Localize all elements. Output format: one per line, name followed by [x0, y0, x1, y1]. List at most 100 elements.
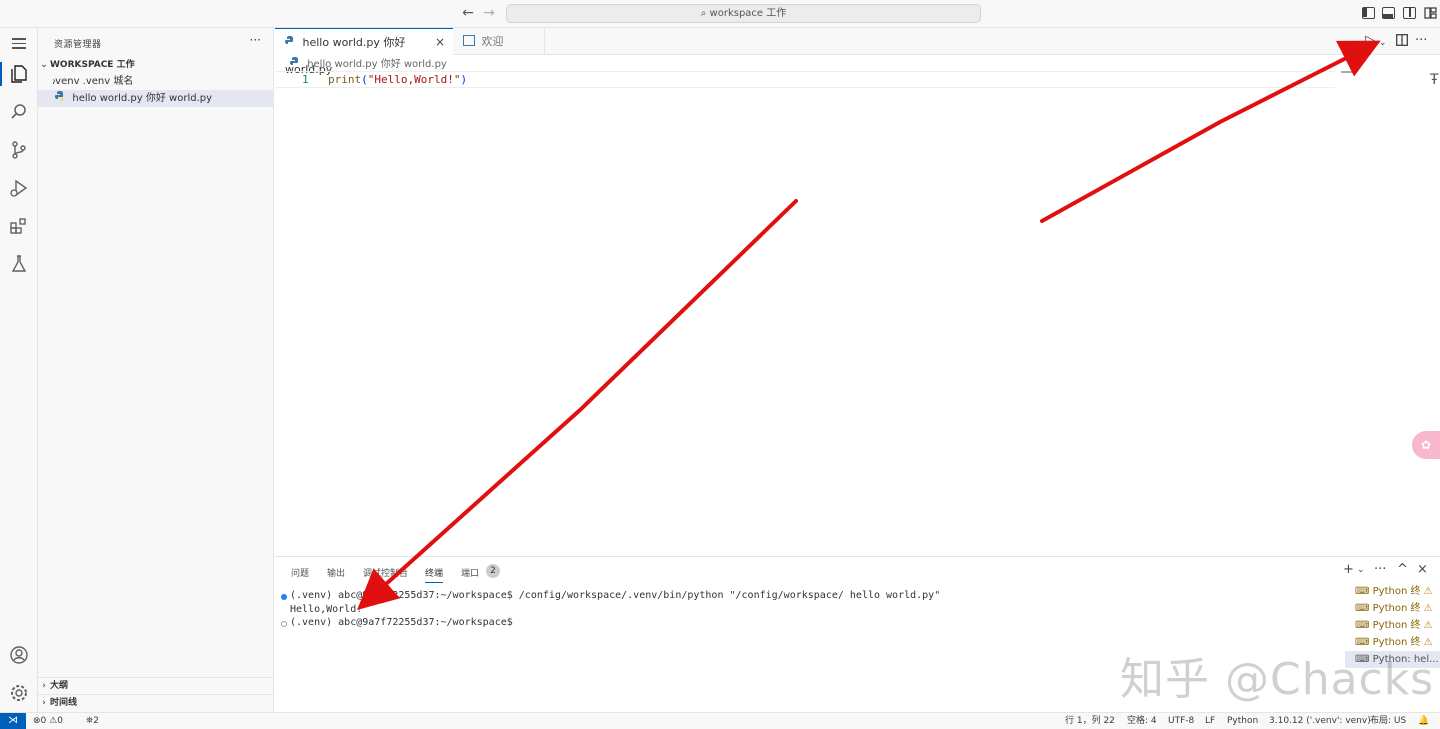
terminal-line[interactable]: (.venv) abc@9a7f72255d37:~/workspace$ /c…	[290, 590, 940, 601]
indentation-status[interactable]: 空格: 4	[1127, 713, 1157, 729]
more-actions-icon[interactable]: ···	[1415, 34, 1427, 48]
encoding-status[interactable]: UTF-8	[1168, 713, 1194, 729]
language-mode[interactable]: Python	[1227, 713, 1258, 729]
editor-tabs-bar: hello world.py 你好 world.py × 欢迎 ▷ ⌄ ···	[275, 28, 1440, 76]
eol-status[interactable]: LF	[1205, 713, 1215, 729]
chevron-right-icon: ›	[52, 76, 56, 87]
status-bar: ⋊ ⊗0 ⚠0 ⛯2 行 1，列 22 空格: 4 UTF-8 LF Pytho…	[0, 712, 1440, 729]
run-python-file-icon[interactable]: ▷	[1365, 34, 1375, 48]
toggle-secondary-sidebar-icon[interactable]	[1403, 7, 1416, 19]
keyboard-layout[interactable]: 布局: US	[1370, 713, 1406, 729]
warning-icon: ⚠	[1423, 603, 1433, 614]
tab-label: 欢迎	[481, 35, 504, 48]
toggle-panel-icon[interactable]	[1382, 7, 1395, 19]
maximize-panel-icon[interactable]: ^	[1397, 562, 1408, 577]
code-string: "Hello,World!"	[367, 73, 461, 86]
floating-assistant-icon[interactable]: ✿	[1412, 431, 1440, 459]
welcome-icon	[463, 35, 475, 46]
warning-icon: ⚠	[1423, 620, 1433, 631]
command-center-search[interactable]: ⌕ workspace 工作	[506, 4, 981, 23]
terminal-list-item[interactable]: ⌨ Python 终 ⚠	[1345, 583, 1440, 600]
command-success-dot	[281, 594, 287, 600]
tab-hello-world[interactable]: hello world.py 你好 world.py ×	[275, 28, 453, 76]
extensions-icon[interactable]	[9, 216, 29, 236]
more-actions-icon[interactable]: ···	[250, 33, 261, 47]
code-paren-close: )	[460, 73, 468, 86]
tree-item-label: .venv .venv 城名	[52, 76, 134, 87]
settings-gear-icon[interactable]	[9, 683, 29, 703]
title-bar: ← → ⌕ workspace 工作	[0, 0, 1440, 28]
minimap[interactable]	[1341, 71, 1357, 73]
terminal-icon: ⌨	[1355, 603, 1373, 614]
error-icon: ⊗	[33, 716, 41, 726]
search-icon[interactable]	[9, 102, 29, 122]
terminal-output-line[interactable]: Hello,World!	[290, 604, 362, 615]
run-debug-icon[interactable]	[9, 178, 29, 198]
error-count: 0	[40, 716, 47, 726]
tab-ports[interactable]: 端口	[461, 566, 479, 579]
terminal-list-item[interactable]: ⌨ Python 终 ⚠	[1345, 617, 1440, 634]
ports-status[interactable]: ⛯2	[86, 713, 99, 729]
testing-icon[interactable]	[9, 254, 29, 274]
problems-status[interactable]: ⊗0 ⚠0	[33, 713, 63, 729]
arrow-left-icon[interactable]: ←	[460, 5, 476, 21]
source-control-icon[interactable]	[9, 140, 29, 160]
split-editor-icon[interactable]	[1396, 34, 1408, 50]
terminal-prompt-line[interactable]: (.venv) abc@9a7f72255d37:~/workspace$	[290, 617, 513, 628]
command-idle-dot	[281, 621, 287, 627]
warning-icon: ⚠	[1423, 586, 1433, 597]
code-line[interactable]: 1 print("Hello,World!")	[275, 71, 1335, 88]
python-file-icon	[285, 29, 295, 44]
activity-bar	[0, 28, 38, 712]
more-actions-icon[interactable]: ···	[1374, 562, 1386, 577]
add-terminal-icon[interactable]: +	[1343, 562, 1354, 577]
chevron-down-icon[interactable]: ⌄	[1379, 36, 1387, 50]
terminal-list-item[interactable]: ⌨ Python 终 ⚠	[1345, 600, 1440, 617]
terminal-icon: ⌨	[1355, 586, 1373, 597]
workspace-section-header[interactable]: ⌄ WORKSPACE 工作	[38, 57, 274, 73]
explorer-icon[interactable]	[9, 64, 29, 84]
line-number: 1	[302, 73, 309, 86]
python-file-icon	[290, 57, 300, 67]
customize-layout-icon[interactable]	[1424, 7, 1437, 19]
cursor-position[interactable]: 行 1，列 22	[1065, 713, 1115, 729]
tab-welcome[interactable]: 欢迎	[453, 28, 545, 55]
breadcrumb-label: hello world.py 你好 world.py	[307, 59, 447, 70]
remote-indicator-icon[interactable]: ⋊	[0, 713, 26, 729]
chevron-down-icon: ⌄	[40, 60, 48, 70]
chevron-down-icon[interactable]: ⌄	[1357, 565, 1365, 575]
workspace-label: WORKSPACE 工作	[50, 60, 135, 70]
tree-item-venv-folder[interactable]: ›.venv .venv 城名	[38, 73, 274, 90]
terminal-item-label: Python 终	[1372, 586, 1421, 597]
tab-problems[interactable]: 问题	[291, 566, 309, 579]
explorer-sidebar: 资源管理器 ··· ⌄ WORKSPACE 工作 ›.venv .venv 城名 …	[38, 28, 274, 712]
terminal-icon: ⌨	[1355, 620, 1373, 631]
tab-terminal[interactable]: 终端	[425, 566, 444, 583]
tree-item-hello-world-file[interactable]: hello world.py 你好 world.py	[38, 90, 274, 107]
tab-debug-console[interactable]: 调试控制台	[363, 566, 408, 579]
text-cursor-icon: Ŧ	[1430, 72, 1439, 88]
chevron-right-icon: ›	[42, 698, 46, 708]
warning-count: 0	[57, 716, 63, 726]
close-panel-icon[interactable]: ×	[1417, 562, 1428, 577]
account-icon[interactable]	[9, 645, 29, 665]
ports-count-badge: 2	[486, 564, 500, 578]
outline-section[interactable]: › 大纲	[38, 677, 274, 694]
code-function: print	[328, 73, 362, 86]
sidebar-title: 资源管理器	[54, 40, 102, 50]
code-text[interactable]: print("Hello,World!")	[328, 73, 467, 86]
arrow-right-icon[interactable]: →	[481, 5, 497, 21]
terminal-item-label: Python 终	[1372, 620, 1421, 631]
close-icon[interactable]: ×	[435, 29, 445, 56]
command-center-label: workspace 工作	[709, 8, 787, 19]
python-file-icon	[55, 90, 66, 101]
tab-output[interactable]: 输出	[327, 566, 345, 579]
breadcrumb[interactable]: hello world.py 你好 world.py	[290, 57, 447, 71]
menu-icon[interactable]	[12, 38, 26, 49]
outline-label: 大纲	[50, 681, 69, 691]
notifications-bell-icon[interactable]: 🔔	[1418, 713, 1429, 729]
timeline-section[interactable]: › 时间线	[38, 694, 274, 711]
terminal-item-label: Python 终	[1372, 603, 1421, 614]
python-interpreter[interactable]: 3.10.12 ('.venv': venv)	[1269, 713, 1371, 729]
toggle-primary-sidebar-icon[interactable]	[1362, 7, 1375, 19]
